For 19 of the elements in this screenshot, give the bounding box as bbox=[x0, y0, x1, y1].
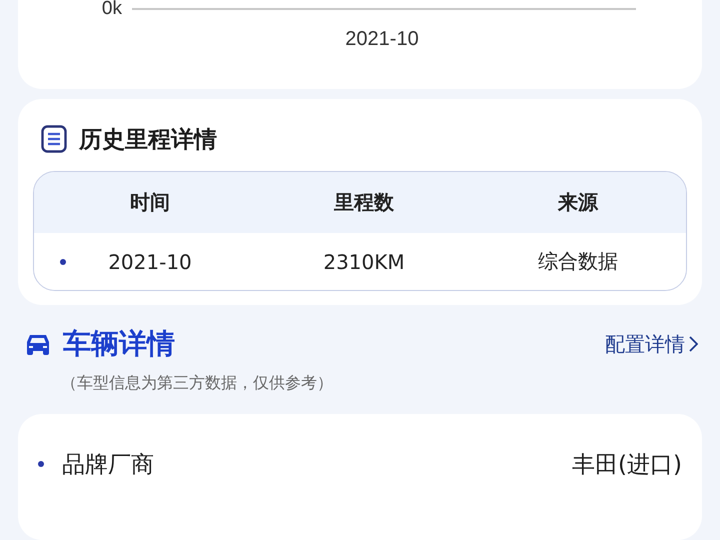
table-cell-text: 2310KM bbox=[322, 250, 406, 274]
table-cell-text: 综合数据 bbox=[537, 248, 619, 276]
bullet-icon bbox=[60, 258, 66, 265]
chevron-icon bbox=[689, 336, 698, 352]
column-header: 里程数 bbox=[333, 189, 395, 216]
column-header: 来源 bbox=[556, 189, 600, 216]
section-title: 历史里程详情 bbox=[79, 126, 217, 155]
disclaimer-note: （车型信息为第三方数据，仅供参考） bbox=[61, 373, 334, 394]
table-cell-text: 2021-10 bbox=[107, 250, 193, 274]
info-value: 丰田(进口) bbox=[572, 450, 682, 480]
list-icon bbox=[41, 125, 67, 154]
car-icon bbox=[25, 332, 51, 356]
axis-tick: 0k bbox=[100, 0, 122, 20]
bullet-icon bbox=[38, 461, 44, 468]
axis-label: 2021-10 bbox=[345, 28, 419, 51]
section-title: 车辆详情 bbox=[63, 326, 175, 362]
column-header: 时间 bbox=[129, 189, 171, 216]
config-link[interactable]: 配置详情 bbox=[605, 330, 698, 358]
info-label: 品牌厂商 bbox=[62, 450, 155, 480]
